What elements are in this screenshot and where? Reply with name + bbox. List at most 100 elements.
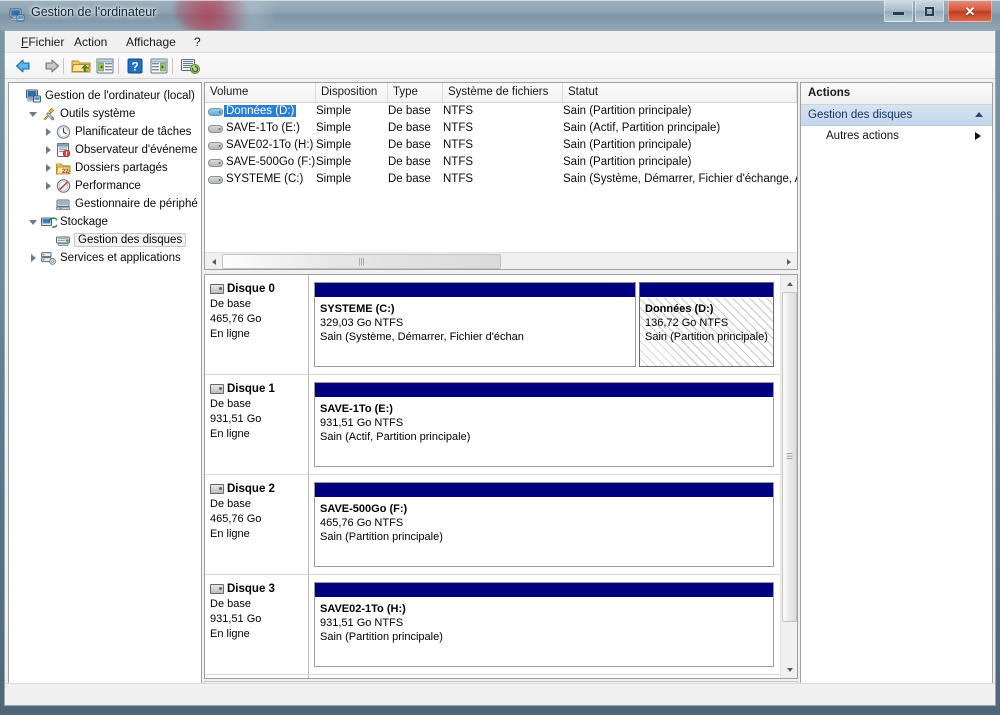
volume-cell-statut: Sain (Partition principale) xyxy=(563,105,692,117)
tree-item-label: Services et applications xyxy=(60,252,181,264)
tree-item-dossiers-partag-s[interactable]: 22 Dossiers partagés xyxy=(12,159,201,177)
volume-scroll-thumb[interactable]: ||| xyxy=(222,254,501,269)
graphical-disk-view[interactable]: Disque 0 De base 465,76 Go En ligne SYSTEME … xyxy=(204,274,798,679)
toolbar-separator-3 xyxy=(172,58,173,74)
volume-cell-disposition: Simple xyxy=(316,139,352,151)
column-header-syst-me-de-fichiers[interactable]: Système de fichiers xyxy=(443,83,563,102)
tree-item-planificateur-de-t-ches[interactable]: Planificateur de tâches xyxy=(12,123,201,141)
collapse-twisty-icon[interactable] xyxy=(27,213,40,231)
close-button[interactable]: ✕ xyxy=(948,1,992,22)
disk-row[interactable]: Disque 2 De base 465,76 Go En ligne SAVE-500… xyxy=(205,475,780,575)
up-folder-icon[interactable] xyxy=(70,56,92,76)
menu-fichier[interactable]: FFichier xyxy=(15,34,70,50)
system-tools-icon xyxy=(40,106,57,122)
minimize-button[interactable] xyxy=(884,1,913,22)
maximize-button[interactable] xyxy=(915,1,944,22)
disk-scroll-up-button[interactable] xyxy=(782,276,797,291)
tree-item-services-et-applications[interactable]: Services et applications xyxy=(12,249,201,267)
tree-rows: Gestion de l'ordinateur (local) Outils s… xyxy=(9,83,201,267)
volume-row[interactable]: Données (D:) Simple De base NTFS Sain (Parti… xyxy=(205,103,797,120)
tree-item-gestion-de-l-ordinateur-local[interactable]: Gestion de l'ordinateur (local) xyxy=(12,87,201,105)
chevron-right-icon xyxy=(975,132,981,140)
disk-info-panel[interactable]: Disque 2 De base 465,76 Go En ligne xyxy=(205,475,309,574)
action-more-actions-label: Autres actions xyxy=(826,130,899,142)
partition-size-label: 329,03 Go NTFS xyxy=(320,317,404,329)
volume-row[interactable]: SYSTEME (C:) Simple De base NTFS Sain (Systè… xyxy=(205,171,797,188)
forward-arrow-icon[interactable] xyxy=(39,56,61,76)
partition-block[interactable]: Données (D:) 136,72 Go NTFS Sain (Partitio… xyxy=(639,282,774,367)
tree-item-gestionnaire-de-p-riph[interactable]: Gestionnaire de périphé xyxy=(12,195,201,213)
collapse-twisty-icon[interactable] xyxy=(27,105,40,123)
partition-block[interactable]: SAVE-1To (E:) 931,51 Go NTFS Sain (Actif, … xyxy=(314,382,774,467)
expand-twisty-icon[interactable] xyxy=(42,177,55,195)
volume-cell-statut: Sain (Partition principale) xyxy=(563,156,692,168)
action-more-actions[interactable]: Autres actions xyxy=(801,126,992,146)
column-header-statut[interactable]: Statut xyxy=(563,83,797,102)
volume-cell-statut: Sain (Partition principale) xyxy=(563,139,692,151)
volume-cell-disposition: Simple xyxy=(316,156,352,168)
volume-row[interactable]: SAVE02-1To (H:) Simple De base NTFS Sain (Pa… xyxy=(205,137,797,154)
disk-scroll-thumb[interactable]: ☰ xyxy=(782,292,797,622)
disk-type-label: De base xyxy=(210,498,251,510)
show-action-pane-icon[interactable] xyxy=(148,56,170,76)
help-icon[interactable]: ? xyxy=(124,56,146,76)
disk-row[interactable]: Disque 3 De base 931,51 Go En ligne SAVE02-1… xyxy=(205,575,780,675)
partition-status-label: Sain (Partition principale) xyxy=(320,631,443,643)
partition-details: SAVE02-1To (H:) 931,51 Go NTFS Sain (Parti… xyxy=(315,598,773,666)
partition-status-label: Sain (Actif, Partition principale) xyxy=(320,431,471,443)
show-hide-tree-icon[interactable] xyxy=(94,56,116,76)
tree-item-performance[interactable]: Performance xyxy=(12,177,201,195)
computer-management-icon xyxy=(9,7,25,23)
disk-row[interactable]: Disque 1 De base 931,51 Go En ligne SAVE-1To… xyxy=(205,375,780,475)
disk-info-panel[interactable]: Disque 3 De base 931,51 Go En ligne xyxy=(205,575,309,674)
maximize-icon xyxy=(925,6,934,16)
disk-scroll-down-button[interactable] xyxy=(782,662,797,677)
minimize-icon xyxy=(893,12,904,15)
column-header-type[interactable]: Type xyxy=(388,83,443,102)
volume-cell-disposition: Simple xyxy=(316,105,352,117)
disk-state-label: En ligne xyxy=(210,428,250,440)
disk-info-panel[interactable]: Disque 0 De base 465,76 Go En ligne xyxy=(205,275,309,374)
partition-block[interactable]: SAVE-500Go (F:) 465,76 Go NTFS Sain (Parti… xyxy=(314,482,774,567)
disk-row[interactable]: CD-ROM 0 xyxy=(205,675,780,678)
menu-help[interactable]: ? xyxy=(188,34,207,50)
title-bar[interactable]: Gestion de l'ordinateur ✕ xyxy=(0,0,1000,30)
column-header-volume[interactable]: Volume xyxy=(205,83,316,102)
volume-row[interactable]: SAVE-1To (E:) Simple De base NTFS Sain (Acti… xyxy=(205,120,797,137)
disk-view-vertical-scrollbar[interactable]: ☰ xyxy=(780,275,797,678)
disk-info-panel[interactable]: Disque 1 De base 931,51 Go En ligne xyxy=(205,375,309,474)
volume-row[interactable]: SAVE-500Go (F:) Simple De base NTFS Sain (Pa… xyxy=(205,154,797,171)
actions-group-disk-management[interactable]: Gestion des disques xyxy=(801,105,992,126)
volume-scroll-right-button[interactable] xyxy=(781,254,796,269)
navigation-tree-pane[interactable]: Gestion de l'ordinateur (local) Outils s… xyxy=(8,82,202,701)
menu-action[interactable]: Action xyxy=(68,34,113,50)
expand-twisty-icon[interactable] xyxy=(42,141,55,159)
tree-item-outils-syst-me[interactable]: Outils système xyxy=(12,105,201,123)
volume-list[interactable]: Volume Disposition Type Système de fichiers… xyxy=(204,82,798,270)
partition-block[interactable]: SYSTEME (C:) 329,03 Go NTFS Sain (Système,… xyxy=(314,282,636,367)
disk-icon xyxy=(210,584,224,594)
tree-item-gestion-des-disques[interactable]: Gestion des disques xyxy=(12,231,201,249)
disk-name-row: Disque 0 xyxy=(210,283,308,295)
expand-twisty-icon[interactable] xyxy=(27,249,40,267)
tree-item-stockage[interactable]: Stockage xyxy=(12,213,201,231)
partition-block[interactable]: SAVE02-1To (H:) 931,51 Go NTFS Sain (Parti… xyxy=(314,582,774,667)
tree-item-observateur-d-v-neme[interactable]: Observateur d'événeme xyxy=(12,141,201,159)
volume-cell-type: De base xyxy=(388,139,431,151)
volume-cell-statut: Sain (Actif, Partition principale) xyxy=(563,122,721,134)
volume-scroll-left-button[interactable] xyxy=(206,254,221,269)
chevron-up-icon xyxy=(975,112,983,117)
back-arrow-icon[interactable] xyxy=(14,56,36,76)
volume-cell-syst-me-de-fichiers: NTFS xyxy=(443,105,474,117)
computer-icon xyxy=(25,88,42,104)
disk-info-panel[interactable]: CD-ROM 0 xyxy=(205,675,309,678)
disk-name-label: Disque 3 xyxy=(227,583,275,595)
expand-twisty-icon[interactable] xyxy=(42,159,55,177)
column-header-disposition[interactable]: Disposition xyxy=(316,83,388,102)
menu-affichage[interactable]: Affichage xyxy=(120,34,182,50)
menu-fichier-label: Fichier xyxy=(28,35,65,49)
expand-twisty-icon[interactable] xyxy=(42,123,55,141)
rescan-disks-icon[interactable] xyxy=(179,56,201,76)
volume-list-horizontal-scrollbar[interactable]: ||| xyxy=(205,252,797,269)
disk-row[interactable]: Disque 0 De base 465,76 Go En ligne SYSTEME … xyxy=(205,275,780,375)
